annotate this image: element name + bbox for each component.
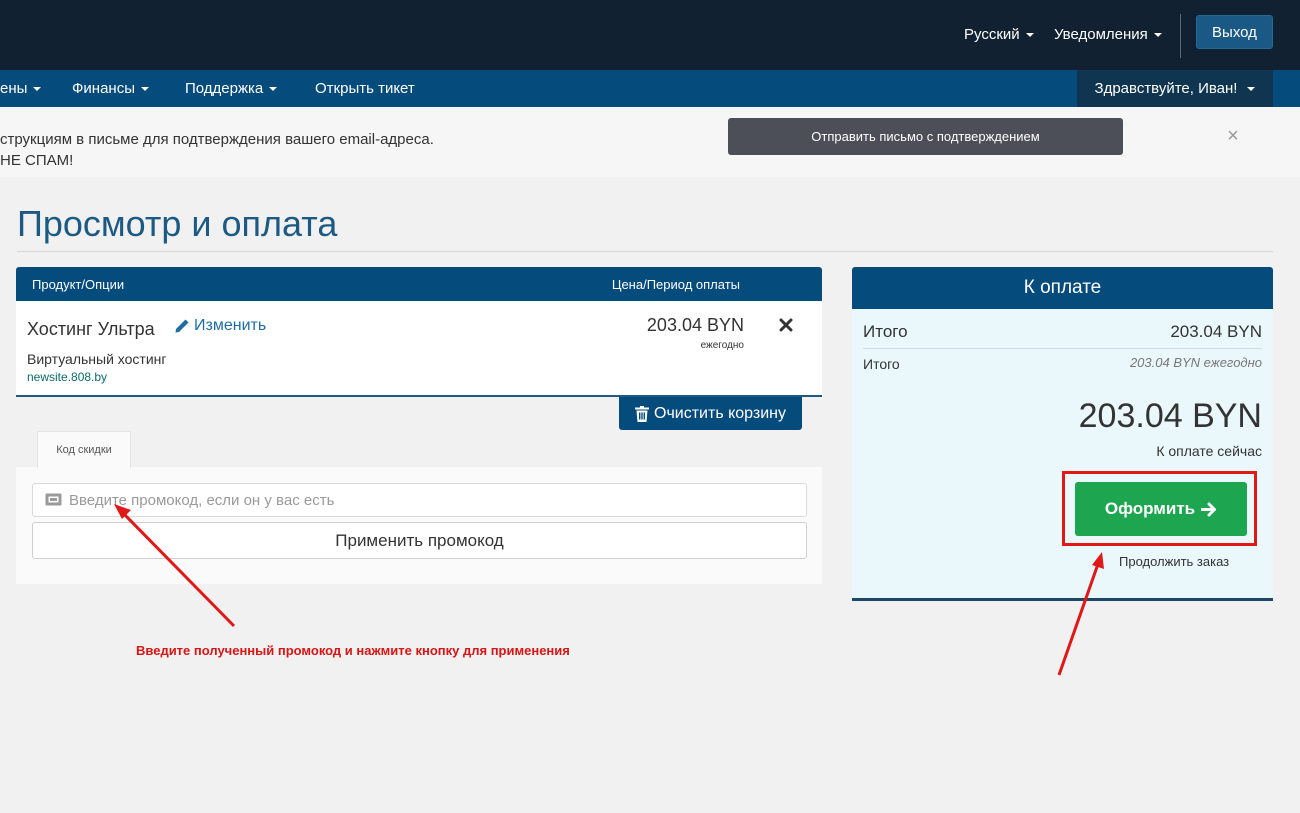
subtotal-label: Итого	[863, 322, 908, 341]
top-header: Русский Уведомления Выход	[0, 0, 1300, 70]
clear-cart-label: Очистить корзину	[654, 404, 786, 422]
annotation-text: Введите полученный промокод и нажмите кн…	[136, 643, 570, 658]
continue-shopping-link[interactable]: Продолжить заказ	[1119, 554, 1229, 569]
chevron-down-icon	[1153, 33, 1162, 38]
chevron-down-icon	[1025, 33, 1034, 38]
nav-item-finance[interactable]: Финансы	[72, 80, 149, 97]
tab-promo-code[interactable]: Код скидки	[37, 431, 131, 468]
chevron-down-icon	[140, 87, 149, 92]
alert-message-line: струкциям в письме для подтверждения ваш…	[0, 131, 434, 148]
order-summary-title: К оплате	[852, 267, 1273, 309]
send-verification-button[interactable]: Отправить письмо с подтверждением	[728, 118, 1123, 155]
language-label: Русский	[964, 26, 1020, 43]
nav-item-label: Финансы	[72, 80, 135, 97]
remove-item-icon[interactable]	[778, 317, 794, 333]
nav-item-support[interactable]: Поддержка	[185, 80, 278, 97]
close-icon[interactable]: ×	[1224, 126, 1242, 146]
promo-code-input[interactable]	[32, 483, 807, 517]
product-group: Виртуальный хостинг	[27, 351, 167, 367]
edit-product-link[interactable]: Изменить	[174, 317, 266, 335]
recurring-label: Итого	[863, 356, 900, 372]
total-due-label: К оплате сейчас	[1156, 443, 1262, 459]
language-menu[interactable]: Русский	[964, 26, 1034, 43]
total-due: 203.04 BYN	[1078, 397, 1262, 435]
summary-divider	[863, 348, 1262, 349]
account-menu[interactable]: Здравствуйте, Иван!	[1077, 70, 1273, 107]
greeting-label: Здравствуйте, Иван!	[1094, 80, 1238, 97]
logout-button[interactable]: Выход	[1196, 15, 1273, 49]
clear-cart-button[interactable]: Очистить корзину	[619, 397, 802, 430]
checkout-highlight-box	[1062, 471, 1257, 546]
header-divider	[1180, 14, 1181, 58]
ticket-icon	[45, 493, 62, 506]
column-header-product: Продукт/Опции	[32, 277, 125, 292]
notifications-label: Уведомления	[1054, 26, 1148, 43]
recurring-value: 203.04 BYN ежегодно	[1129, 355, 1262, 370]
cart-item-row: Хостинг Ультра Изменить Виртуальный хост…	[16, 301, 822, 397]
nav-item-open-ticket[interactable]: Открыть тикет	[315, 80, 415, 97]
alert-message-line: НЕ СПАМ!	[0, 152, 74, 169]
pencil-icon	[175, 319, 189, 333]
page-title: Просмотр и оплата	[17, 203, 338, 244]
chevron-down-icon	[33, 87, 42, 92]
title-divider	[17, 251, 1273, 252]
nav-item-label: ены	[0, 80, 28, 97]
product-domain: newsite.808.by	[27, 370, 108, 384]
main-navbar: ены Финансы Поддержка Открыть тикет Здра…	[0, 70, 1300, 107]
edit-label: Изменить	[194, 317, 267, 334]
nav-item-services[interactable]: ены	[0, 80, 42, 97]
nav-item-label: Открыть тикет	[315, 80, 415, 97]
alert-message: струкциям в письме для подтверждения ваш…	[0, 129, 434, 171]
column-header-price: Цена/Период оплаты	[611, 277, 740, 292]
cart-table-header: Продукт/Опции Цена/Период оплаты	[16, 267, 822, 301]
chevron-down-icon	[1247, 86, 1256, 91]
chevron-down-icon	[269, 87, 278, 92]
product-name: Хостинг Ультра	[27, 319, 155, 339]
product-price: 203.04 BYN	[646, 315, 744, 335]
billing-cycle: ежегодно	[700, 340, 744, 351]
apply-promo-button[interactable]: Применить промокод	[32, 522, 807, 559]
nav-item-label: Поддержка	[185, 80, 264, 97]
notifications-menu[interactable]: Уведомления	[1054, 26, 1162, 43]
subtotal-value: 203.04 BYN	[1170, 322, 1262, 341]
trash-icon	[635, 405, 649, 422]
